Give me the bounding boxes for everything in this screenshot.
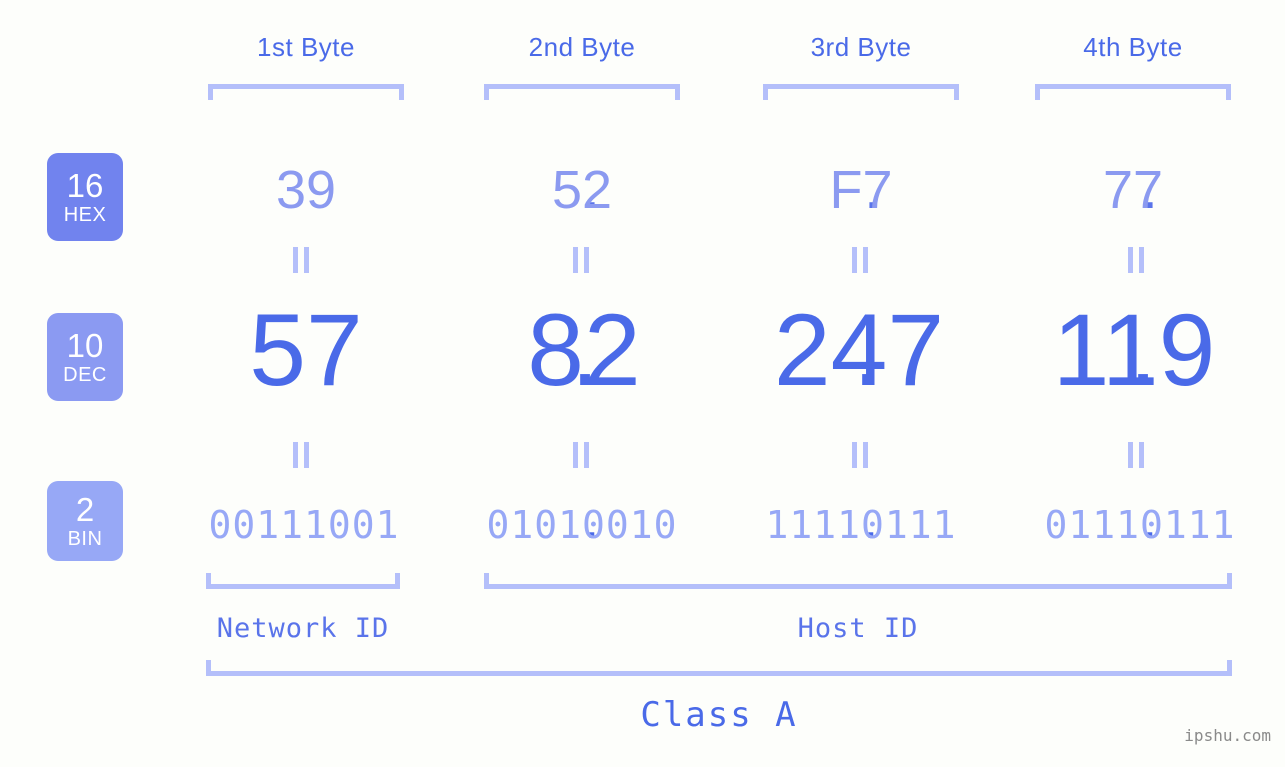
dec-byte-4: 119 xyxy=(1052,293,1216,407)
bin-byte-3: 11110111 xyxy=(765,503,957,547)
network-id-bracket xyxy=(206,573,400,589)
hex-byte-4: 77 xyxy=(1102,160,1164,220)
byte-bracket-2 xyxy=(484,84,680,100)
class-label-text: Class A xyxy=(640,695,798,735)
radix-badge-hex: 16 HEX xyxy=(47,153,123,241)
byte-bracket-4 xyxy=(1035,84,1231,100)
radix-badge-hex-number: 16 xyxy=(66,167,104,204)
radix-badge-bin: 2 BIN xyxy=(47,481,123,561)
byte-header-3-label: 3rd Byte xyxy=(810,32,912,62)
byte-bracket-3 xyxy=(763,84,959,100)
network-id-text: Network ID xyxy=(216,613,390,644)
radix-badge-hex-abbr: HEX xyxy=(63,204,107,226)
equals-mark-dec-bin-1 xyxy=(291,442,311,468)
byte-header-1-label: 1st Byte xyxy=(257,32,355,62)
equals-mark-hex-dec-4 xyxy=(1126,247,1146,273)
hex-row: 39 . 52 . F7 . 77 xyxy=(160,155,1285,225)
equals-mark-hex-dec-1 xyxy=(291,247,311,273)
radix-badge-dec-number: 10 xyxy=(66,327,104,364)
hex-byte-1: 39 xyxy=(275,160,337,220)
network-id-label: Network ID xyxy=(206,613,400,644)
bin-byte-4: 01110111 xyxy=(1044,503,1236,547)
dec-byte-3: 247 xyxy=(773,293,945,407)
equals-mark-dec-bin-2 xyxy=(571,442,591,468)
host-id-bracket xyxy=(484,573,1232,589)
equals-mark-dec-bin-3 xyxy=(850,442,870,468)
equals-mark-hex-dec-2 xyxy=(571,247,591,273)
watermark: ipshu.com xyxy=(1184,726,1271,745)
byte-header-4: 4th Byte xyxy=(1035,32,1231,63)
byte-bracket-1 xyxy=(208,84,404,100)
radix-badge-dec-abbr: DEC xyxy=(63,364,107,386)
class-label: Class A xyxy=(206,695,1232,735)
dec-row: 57 . 82 . 247 . 119 xyxy=(160,295,1285,405)
radix-badge-dec: 10 DEC xyxy=(47,313,123,401)
bin-row: 00111001 . 01010010 . 11110111 . 0111011… xyxy=(160,495,1285,555)
equals-mark-dec-bin-4 xyxy=(1126,442,1146,468)
radix-badge-bin-number: 2 xyxy=(75,491,95,528)
hex-byte-3: F7 xyxy=(829,160,893,220)
dec-byte-2: 82 xyxy=(527,293,641,407)
byte-header-3: 3rd Byte xyxy=(763,32,959,63)
dec-byte-1: 57 xyxy=(249,293,363,407)
bin-byte-1: 00111001 xyxy=(208,503,400,547)
byte-header-4-label: 4th Byte xyxy=(1083,32,1183,62)
hex-byte-2: 52 xyxy=(551,160,613,220)
host-id-label: Host ID xyxy=(484,613,1232,644)
ip-breakdown-diagram: 1st Byte 2nd Byte 3rd Byte 4th Byte 16 H… xyxy=(0,0,1285,767)
byte-header-2: 2nd Byte xyxy=(484,32,680,63)
class-bracket xyxy=(206,660,1232,676)
byte-header-2-label: 2nd Byte xyxy=(528,32,636,62)
host-id-text: Host ID xyxy=(797,613,919,644)
byte-header-1: 1st Byte xyxy=(208,32,404,63)
radix-badge-bin-abbr: BIN xyxy=(67,528,103,550)
equals-mark-hex-dec-3 xyxy=(850,247,870,273)
bin-byte-2: 01010010 xyxy=(486,503,678,547)
